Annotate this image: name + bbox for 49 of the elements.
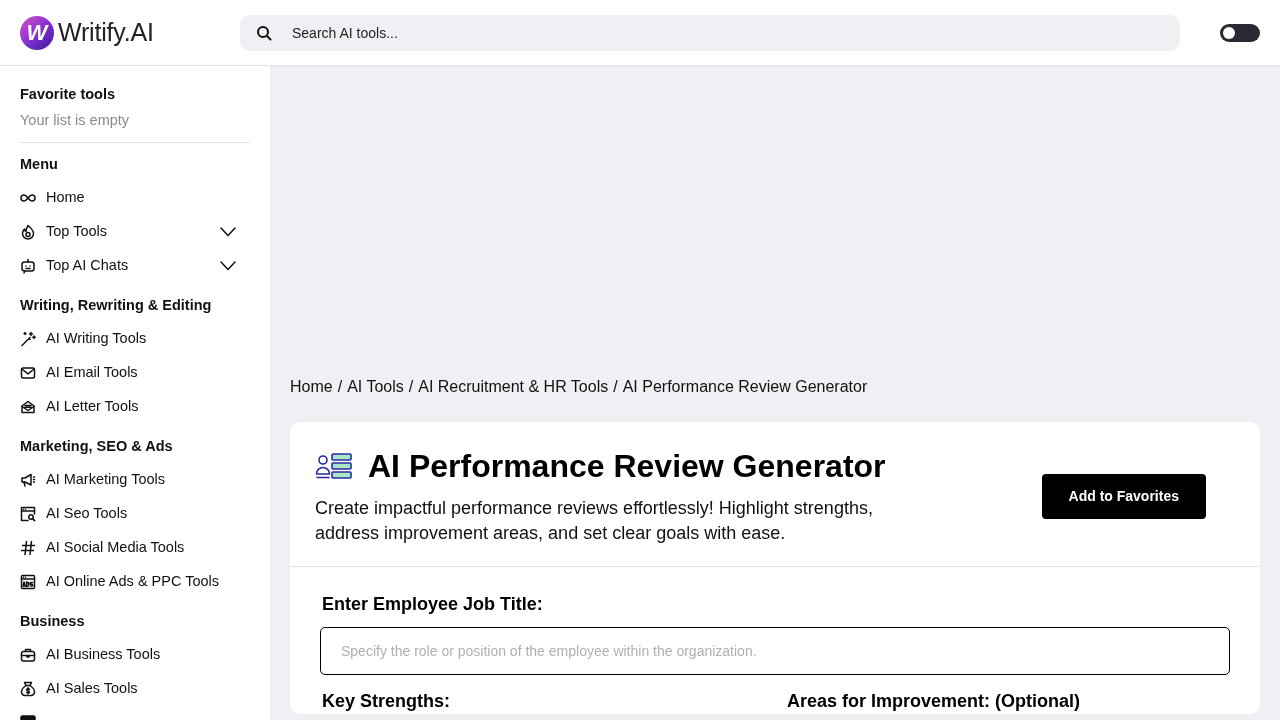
money-bag-icon [20,681,36,697]
field-label: Areas for Improvement: (Optional) [786,690,1081,713]
field-label: Enter Employee Job Title: [321,593,543,616]
sidebar-item[interactable]: Top AI Chats [20,249,250,283]
search-icon [256,24,272,41]
ad-window-icon [20,574,36,590]
magic-wand-icon [20,331,36,347]
input-field[interactable]: Specify the role or position of the employee within the organization. [320,627,1230,675]
theme-toggle[interactable] [1220,23,1260,42]
briefcase-icon [20,647,36,663]
sidebar-item[interactable]: AI Online Ads & PPC Tools [20,565,250,599]
robot-icon [20,258,36,274]
sidebar-heading: Writing, Rewriting & Editing [20,296,213,315]
sidebar-item[interactable]: AI Letter Tools [20,390,250,424]
breadcrumb-separator: / [337,377,343,397]
hash-icon [20,540,36,556]
sidebar-item[interactable]: Top Tools [20,215,250,249]
sidebar-heading: Menu [20,155,59,174]
empty-list-text: Your list is empty [20,111,131,130]
breadcrumb-current: AI Performance Review Generator [622,377,868,397]
sidebar-item[interactable]: Home [20,181,250,215]
sidebar-item[interactable]: AI Writing Tools [20,322,250,356]
breadcrumb-link[interactable]: Home [290,376,333,398]
sidebar-item[interactable]: AI Email Tools [20,356,250,390]
sidebar-item[interactable]: AI Business Tools [20,638,250,672]
tool-description: Create impactful performance reviews effortlessly! Highlight strengths, address improvement areas, and set clear goals with ease. [315,497,874,545]
sidebar-item[interactable]: AI Social Media Tools [20,531,250,565]
profile-list-icon [315,453,353,479]
sidebar-heading: Favorite tools [20,85,117,104]
sidebar-item[interactable]: AI Marketing Tools [20,463,250,497]
logo-mark[interactable]: W [20,15,54,50]
search-field[interactable]: Search AI tools... [240,14,1180,51]
field-label: Key Strengths: [321,690,451,713]
breadcrumb-link[interactable]: AI Tools [347,376,404,398]
breadcrumb-separator: / [408,377,414,397]
breadcrumb-link[interactable]: AI Recruitment & HR Tools [418,376,609,398]
sidebar-heading: Marketing, SEO & Ads [20,437,174,456]
browser-search-icon [20,506,36,522]
logo-text[interactable]: Writify.AI [58,13,154,52]
envelope-icon [20,365,36,381]
add-to-favorites-button[interactable]: Add to Favorites [1041,473,1206,519]
letter-icon [20,399,36,415]
sidebar-item[interactable]: AI Sales Tools [20,672,250,706]
page-title: AI Performance Review Generator [368,447,886,486]
breadcrumb-separator: / [613,377,618,397]
flame-icon [20,224,36,240]
megaphone-icon [20,472,36,488]
sidebar-heading: Business [20,612,86,631]
sidebar-item[interactable]: AI Seo Tools [20,497,250,531]
